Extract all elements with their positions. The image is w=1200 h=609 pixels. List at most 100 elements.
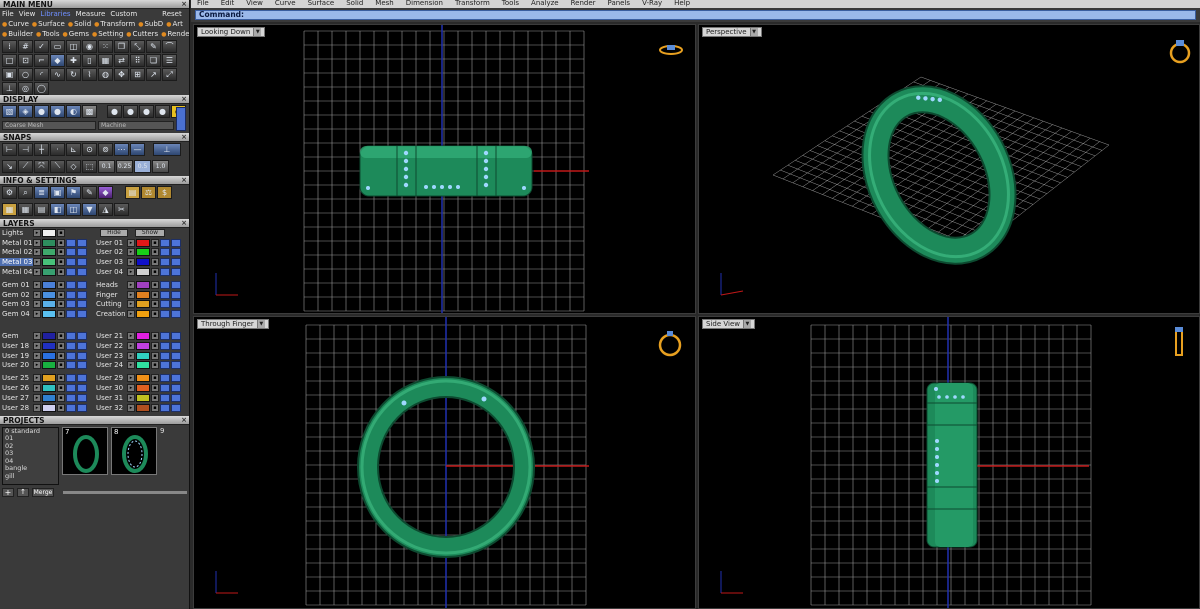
texture-icon[interactable]: ▩	[82, 105, 97, 118]
arc-icon[interactable]: ◜	[34, 68, 49, 81]
layer-lock-icon[interactable]: ▪	[151, 332, 159, 341]
layer-active-toggle[interactable]	[160, 268, 170, 277]
layer-active-toggle[interactable]	[66, 332, 76, 341]
chevron-down-icon[interactable]: ▼	[742, 320, 751, 328]
ring-orientation-icon[interactable]	[1168, 37, 1192, 65]
layer-lock-icon[interactable]: ▪	[151, 310, 159, 319]
layer-visibility-toggle[interactable]: ▸	[33, 384, 41, 393]
layer-color-swatch[interactable]	[42, 384, 56, 393]
flag-icon[interactable]: ⚑	[66, 186, 81, 199]
cube-info-icon[interactable]: ▣	[50, 186, 65, 199]
window-icon[interactable]: ▤	[34, 202, 49, 216]
layer-cell[interactable]: Metal 02 ▸ ▪	[0, 248, 94, 257]
layer-name[interactable]: Cutting	[94, 300, 127, 308]
layer-lock-icon[interactable]: ▪	[57, 351, 65, 360]
chevron-down-icon[interactable]: ▼	[749, 28, 758, 36]
layer-select-toggle[interactable]	[171, 351, 181, 360]
tab-tools[interactable]: Tools	[36, 30, 59, 38]
layer-color-swatch[interactable]	[42, 332, 56, 341]
layer-name[interactable]: User 25	[0, 374, 33, 382]
layer-lock-icon[interactable]: ▪	[57, 258, 65, 267]
layer-cell[interactable]: User 31 ▸ ▪	[94, 393, 188, 402]
top-menu-item[interactable]: Help	[674, 0, 690, 7]
layer-color-swatch[interactable]	[136, 268, 150, 277]
layer-lock-icon[interactable]: ▪	[57, 248, 65, 257]
layer-select-toggle[interactable]	[171, 268, 181, 277]
layer-lock-icon[interactable]: ▪	[57, 341, 65, 350]
layer-cell[interactable]: User 32 ▸ ▪	[94, 403, 188, 412]
layer-color-swatch[interactable]	[136, 238, 150, 247]
lights-lock-icon[interactable]: ▪	[57, 228, 65, 237]
layer-cell[interactable]: User 03 ▸ ▪	[94, 258, 188, 267]
layer-name[interactable]: User 19	[0, 352, 33, 360]
layer-visibility-toggle[interactable]: ▸	[127, 341, 135, 350]
layer-select-toggle[interactable]	[171, 300, 181, 309]
layer-cell[interactable]: Gem 04 ▸ ▪	[0, 310, 94, 319]
merge-button[interactable]: Merge	[32, 488, 54, 498]
tab-gems[interactable]: Gems	[63, 30, 89, 38]
layer-active-toggle[interactable]	[160, 310, 170, 319]
search-icon[interactable]: ⌕	[18, 186, 33, 199]
top-menu-item[interactable]: Render	[571, 0, 596, 7]
layer-active-toggle[interactable]	[66, 258, 76, 267]
snap-on-icon[interactable]: ⟍	[50, 159, 65, 173]
layer-color-swatch[interactable]	[42, 280, 56, 289]
snap-value-01[interactable]: 0.1	[98, 159, 115, 173]
layer-active-toggle[interactable]	[66, 351, 76, 360]
layer-name[interactable]: User 04	[94, 268, 127, 276]
layer-lock-icon[interactable]: ▪	[151, 393, 159, 402]
close-icon[interactable]: ×	[181, 176, 187, 185]
layer-lock-icon[interactable]: ▪	[151, 384, 159, 393]
tab-surface[interactable]: Surface	[32, 20, 65, 28]
tab-builder[interactable]: Builder	[2, 30, 33, 38]
layer-active-toggle[interactable]	[66, 374, 76, 383]
shaded-icon[interactable]: ◈	[18, 105, 33, 118]
layer-visibility-toggle[interactable]: ▸	[33, 248, 41, 257]
snap-ortho-icon[interactable]: —	[130, 143, 145, 156]
layer-select-toggle[interactable]	[171, 290, 181, 299]
layer-select-toggle[interactable]	[171, 258, 181, 267]
layer-visibility-toggle[interactable]: ▸	[33, 403, 41, 412]
layer-name[interactable]: Metal 03	[0, 258, 33, 267]
layer-color-swatch[interactable]	[42, 341, 56, 350]
layer-name[interactable]: Gem 01	[0, 281, 33, 289]
layer-cell[interactable]: User 02 ▸ ▪	[94, 248, 188, 257]
thumbnail-size-slider[interactable]	[63, 491, 187, 495]
chevron-down-icon[interactable]: ▼	[253, 28, 262, 36]
project-list[interactable]: 0 standard 01 02 03 04 bangle gill	[2, 426, 59, 485]
layer-visibility-toggle[interactable]: ▸	[33, 268, 41, 277]
chevron-down-icon[interactable]: ▼	[256, 320, 265, 328]
surface-icon[interactable]: ◆	[50, 54, 65, 67]
viewport-through-finger[interactable]: Through Finger ▼	[193, 316, 696, 609]
snap-vertex-icon[interactable]: ◇	[66, 159, 81, 173]
cylinder-icon[interactable]: ◫	[66, 40, 81, 53]
layer-visibility-toggle[interactable]: ▸	[127, 248, 135, 257]
top-menu-item[interactable]: Analyze	[531, 0, 559, 7]
layer-lock-icon[interactable]: ▪	[151, 238, 159, 247]
layer-lock-icon[interactable]: ▪	[57, 393, 65, 402]
display-side-button[interactable]	[176, 106, 186, 131]
viewport-side-view[interactable]: Side View ▼	[698, 316, 1200, 609]
pattern-icon[interactable]: ▦	[98, 54, 113, 67]
layer-color-swatch[interactable]	[136, 384, 150, 393]
layer-cell[interactable]: User 24 ▸ ▪	[94, 361, 188, 370]
layer-color-swatch[interactable]	[136, 310, 150, 319]
layer-active-toggle[interactable]	[160, 351, 170, 360]
layer-select-toggle[interactable]	[77, 393, 87, 402]
lights-visibility-toggle[interactable]: ▸	[33, 228, 41, 237]
layer-cell[interactable]: User 27 ▸ ▪	[0, 393, 94, 402]
snap-knot-icon[interactable]: ⤧	[34, 159, 49, 173]
layer-name[interactable]: Gem 02	[0, 291, 33, 299]
layer-visibility-toggle[interactable]: ▸	[127, 332, 135, 341]
gem-icon[interactable]: ◆	[98, 186, 113, 199]
layer-name[interactable]: User 23	[94, 352, 127, 360]
layer-active-toggle[interactable]	[160, 332, 170, 341]
cross-icon[interactable]: ✚	[66, 54, 81, 67]
layer-cell[interactable]: Heads ▸ ▪	[94, 280, 188, 289]
tab-curve[interactable]: Curve	[2, 20, 29, 28]
layer-active-toggle[interactable]	[160, 300, 170, 309]
layer-color-swatch[interactable]	[42, 351, 56, 360]
layer-cell[interactable]: User 19 ▸ ▪	[0, 351, 94, 360]
layer-lock-icon[interactable]: ▪	[151, 290, 159, 299]
snap-value-10[interactable]: 1.0	[152, 159, 169, 173]
